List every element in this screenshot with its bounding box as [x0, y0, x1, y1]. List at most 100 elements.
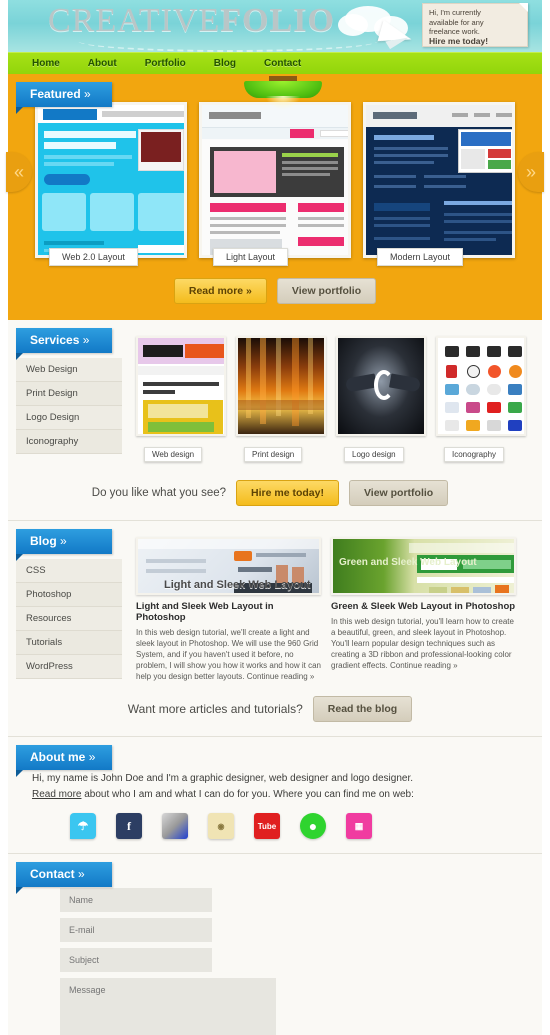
- service-caption: Print design: [244, 447, 303, 462]
- chevron-double-right-icon: »: [60, 534, 67, 548]
- blog-post: Light and Sleek Web Layout Light and Sle…: [136, 537, 321, 682]
- chevron-double-right-icon: »: [84, 87, 91, 101]
- blog-actions: Want more articles and tutorials? Read t…: [8, 696, 542, 722]
- flickr-icon[interactable]: [162, 813, 188, 839]
- site-logo[interactable]: CREATIVEFOLIO: [48, 2, 335, 40]
- logo-primary: CREATIVE: [48, 2, 221, 39]
- post-thumb-title: Light and Sleek Web Layout: [164, 579, 311, 591]
- blog-section: Blog » CSS Photoshop Resources Tutorials…: [8, 521, 542, 737]
- slide-screenshot: [363, 102, 515, 258]
- sidebar-item-photoshop[interactable]: Photoshop: [16, 583, 122, 607]
- featured-slide[interactable]: Web 2.0 Layout: [35, 102, 187, 266]
- sidebar-item-iconography[interactable]: Iconography: [16, 430, 122, 454]
- cloud-icon: [338, 14, 368, 36]
- contact-ribbon: Contact »: [16, 862, 112, 894]
- social-links: ☂ f ◉ Tube ● ▦: [70, 813, 542, 839]
- sidebar-item-logo-design[interactable]: Logo Design: [16, 406, 122, 430]
- post-thumbnail[interactable]: Light and Sleek Web Layout: [136, 537, 321, 595]
- hire-me-button[interactable]: Hire me today!: [236, 480, 339, 506]
- email-input[interactable]: [60, 918, 212, 942]
- post-thumb-title: Green and Sleek Web Layout: [339, 557, 477, 568]
- services-actions: Do you like what you see? Hire me today!…: [8, 480, 542, 506]
- nav-item-contact[interactable]: Contact: [264, 58, 301, 69]
- service-thumb-image: [136, 336, 226, 436]
- nav-item-portfolio[interactable]: Portfolio: [145, 58, 186, 69]
- service-thumb-logo-design[interactable]: Logo design: [336, 336, 426, 462]
- note-line-1: Hi, I'm currently: [429, 8, 481, 17]
- read-more-button[interactable]: Read more »: [173, 278, 267, 304]
- blog-want-text: Want more articles and tutorials?: [127, 702, 303, 716]
- rss-icon[interactable]: ◉: [208, 813, 234, 839]
- logo-secondary: FOLIO: [220, 2, 335, 39]
- slide-caption: Web 2.0 Layout: [49, 248, 138, 266]
- services-ribbon-label: Services: [30, 333, 80, 347]
- message-textarea[interactable]: [60, 978, 276, 1035]
- service-thumb-iconography[interactable]: Iconography: [436, 336, 526, 462]
- service-caption: Logo design: [344, 447, 404, 462]
- sidebar-item-tutorials[interactable]: Tutorials: [16, 631, 122, 655]
- post-title[interactable]: Green & Sleek Web Layout in Photoshop: [331, 601, 516, 612]
- blog-ribbon: Blog »: [16, 529, 112, 561]
- slide-screenshot: [35, 102, 187, 258]
- youtube-icon[interactable]: Tube: [254, 813, 280, 839]
- sidebar-item-web-design[interactable]: Web Design: [16, 358, 122, 382]
- featured-actions: Read more » View portfolio: [8, 278, 542, 304]
- view-portfolio-button[interactable]: View portfolio: [348, 480, 449, 506]
- blog-ribbon-label: Blog: [30, 534, 57, 548]
- twitter-icon[interactable]: ☂: [70, 813, 96, 839]
- featured-slide[interactable]: Light Layout: [199, 102, 351, 266]
- chevron-double-right-icon: »: [88, 750, 96, 764]
- chevron-double-right-icon: »: [78, 867, 85, 881]
- sidebar-item-wordpress[interactable]: WordPress: [16, 655, 122, 679]
- post-excerpt: In this web design tutorial, we'll creat…: [136, 628, 321, 681]
- page-root: CREATIVEFOLIO Hi, I'm currently availabl…: [0, 0, 550, 1035]
- nav-item-blog[interactable]: Blog: [214, 58, 236, 69]
- chat-icon[interactable]: ●: [300, 813, 326, 839]
- name-input[interactable]: [60, 888, 212, 912]
- main-navigation: Home About Portfolio Blog Contact: [8, 52, 542, 74]
- about-ribbon: About me »: [16, 745, 112, 777]
- facebook-icon[interactable]: f: [116, 813, 142, 839]
- slide-caption: Modern Layout: [377, 248, 464, 266]
- services-section: Services » Web Design Print Design Logo …: [8, 320, 542, 521]
- sidebar-item-css[interactable]: CSS: [16, 559, 122, 583]
- note-cta[interactable]: Hire me today!: [429, 36, 488, 46]
- sidebar-item-resources[interactable]: Resources: [16, 607, 122, 631]
- service-thumb-image: [236, 336, 326, 436]
- about-line-1: Hi, my name is John Doe and I'm a graphi…: [32, 773, 414, 784]
- site-header: CREATIVEFOLIO Hi, I'm currently availabl…: [8, 0, 542, 52]
- about-ribbon-label: About me: [30, 750, 86, 764]
- lamp-icon: [244, 76, 322, 109]
- services-ribbon: Services »: [16, 328, 112, 360]
- featured-slide[interactable]: Modern Layout: [363, 102, 515, 266]
- about-read-more-link[interactable]: Read more: [32, 789, 81, 800]
- post-thumbnail[interactable]: Green and Sleek Web Layout: [331, 537, 516, 595]
- subject-input[interactable]: [60, 948, 212, 972]
- nav-item-about[interactable]: About: [88, 58, 117, 69]
- blog-post: Green and Sleek Web Layout Green & Sleek…: [331, 537, 516, 682]
- slide-caption: Light Layout: [213, 248, 289, 266]
- about-section: About me » Hi, my name is John Doe and I…: [8, 737, 542, 854]
- read-the-blog-button[interactable]: Read the blog: [312, 696, 413, 722]
- slide-screenshot: [199, 102, 351, 258]
- view-portfolio-button[interactable]: View portfolio: [276, 278, 377, 304]
- picture-icon[interactable]: ▦: [346, 813, 372, 839]
- sidebar-item-print-design[interactable]: Print Design: [16, 382, 122, 406]
- nav-item-home[interactable]: Home: [32, 58, 60, 69]
- contact-section: Contact » SEND post of uimaker.com: [8, 854, 542, 1035]
- contact-ribbon-label: Contact: [30, 867, 75, 881]
- featured-section: Featured » « » Web 2.0 Layout Light Layo…: [6, 74, 544, 320]
- post-title[interactable]: Light and Sleek Web Layout in Photoshop: [136, 601, 321, 623]
- service-caption: Web design: [144, 447, 203, 462]
- services-ask-text: Do you like what you see?: [91, 487, 227, 499]
- post-excerpt: In this web design tutorial, you'll lear…: [331, 617, 514, 670]
- chevron-double-right-icon: »: [82, 333, 90, 347]
- service-thumb-image: [336, 336, 426, 436]
- note-fold-icon: [519, 3, 528, 12]
- featured-ribbon-label: Featured: [30, 87, 81, 101]
- service-thumb-image: [436, 336, 526, 436]
- service-caption: Iconography: [444, 447, 505, 462]
- featured-ribbon: Featured »: [16, 82, 112, 114]
- service-thumb-web-design[interactable]: Web design: [136, 336, 226, 462]
- service-thumb-print-design[interactable]: Print design: [236, 336, 326, 462]
